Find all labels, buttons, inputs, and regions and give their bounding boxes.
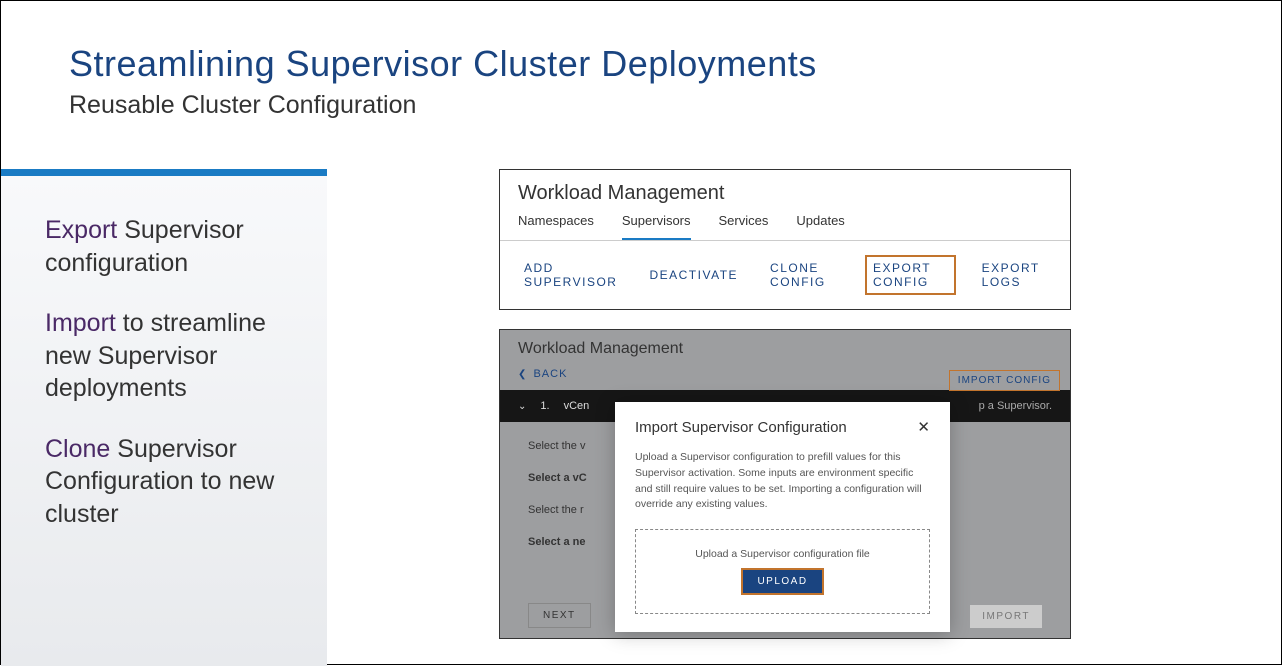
back-label: BACK [533, 368, 567, 380]
tab-updates[interactable]: Updates [796, 213, 844, 240]
dialog-title: Import Supervisor Configuration [635, 419, 847, 436]
export-config-button[interactable]: EXPORT CONFIG [865, 255, 956, 295]
slide-title: Streamlining Supervisor Cluster Deployme… [69, 43, 1281, 85]
close-icon[interactable]: ✕ [917, 418, 930, 436]
workload-mgmt-panel-top: Workload Management Namespaces Superviso… [499, 169, 1071, 310]
sidebar-item-import: Import to streamline new Supervisor depl… [45, 307, 301, 405]
upload-text: Upload a Supervisor configuration file [646, 548, 919, 560]
step-label: vCen [564, 400, 590, 412]
upload-dropzone[interactable]: Upload a Supervisor configuration file U… [635, 529, 930, 614]
slide-subtitle: Reusable Cluster Configuration [69, 91, 1281, 120]
import-config-button[interactable]: IMPORT CONFIG [949, 370, 1060, 391]
sidebar-item-export: Export Supervisor configuration [45, 214, 301, 279]
export-logs-button[interactable]: EXPORT LOGS [976, 257, 1052, 293]
sidebar-keyword: Clone [45, 435, 110, 463]
step-hint: p a Supervisor. [979, 400, 1052, 412]
chevron-down-icon: ⌄ [518, 401, 526, 412]
sidebar-keyword: Export [45, 216, 117, 244]
panel-tabs: Namespaces Supervisors Services Updates [500, 213, 1070, 241]
tab-namespaces[interactable]: Namespaces [518, 213, 594, 240]
add-supervisor-button[interactable]: ADD SUPERVISOR [518, 257, 623, 293]
sidebar: Export Supervisor configuration Import t… [1, 169, 327, 666]
step-number: 1. [540, 400, 549, 412]
import-dialog: Import Supervisor Configuration ✕ Upload… [615, 402, 950, 632]
panel-title: Workload Management [500, 170, 1070, 213]
clone-config-button[interactable]: CLONE CONFIG [764, 257, 845, 293]
workload-mgmt-panel-bottom: Workload Management ❮ BACK IMPORT CONFIG… [499, 329, 1071, 639]
dialog-header: Import Supervisor Configuration ✕ [635, 418, 930, 436]
slide-header: Streamlining Supervisor Cluster Deployme… [1, 1, 1281, 120]
tab-supervisors[interactable]: Supervisors [622, 213, 691, 240]
next-button[interactable]: NEXT [528, 603, 591, 628]
panel-actions: ADD SUPERVISOR DEACTIVATE CLONE CONFIG E… [500, 241, 1070, 309]
tab-services[interactable]: Services [719, 213, 769, 240]
sidebar-item-clone: Clone Supervisor Configuration to new cl… [45, 433, 301, 531]
chevron-left-icon: ❮ [518, 369, 527, 380]
import-button[interactable]: IMPORT [970, 605, 1042, 628]
deactivate-button[interactable]: DEACTIVATE [643, 264, 744, 286]
dialog-description: Upload a Supervisor configuration to pre… [635, 450, 930, 513]
upload-button[interactable]: UPLOAD [741, 568, 823, 595]
panel-title: Workload Management [500, 330, 1070, 364]
sidebar-keyword: Import [45, 309, 116, 337]
